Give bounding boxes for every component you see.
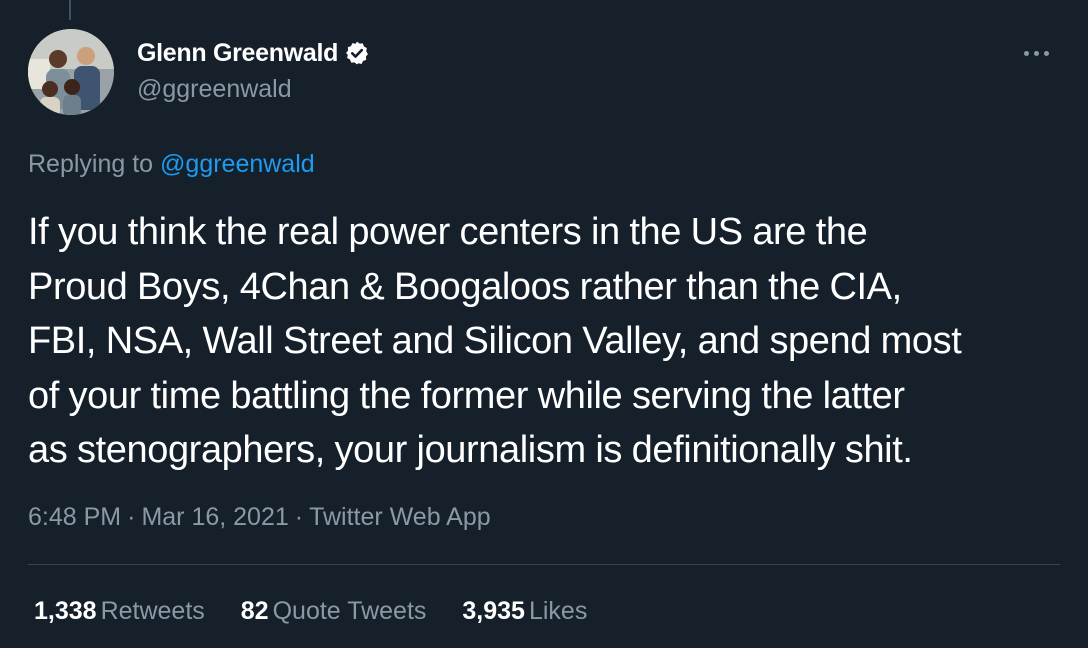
tweet-page: Glenn Greenwald @ggreenwald Replying to … (0, 0, 1088, 648)
tweet-metadata: 6:48 PM · Mar 16, 2021 · Twitter Web App (28, 502, 491, 532)
replying-to: Replying to @ggreenwald (28, 148, 315, 180)
thread-connector-line (69, 0, 71, 20)
more-horizontal-icon-dot (1023, 50, 1029, 56)
tweet-text-line: Proud Boys, 4Chan & Boogaloos rather tha… (28, 265, 902, 308)
tweet-text-line: FBI, NSA, Wall Street and Silicon Valley… (28, 320, 962, 362)
likes-count: 3,935 (462, 597, 525, 625)
meta-separator: · (127, 503, 136, 531)
more-horizontal-icon-dot (1043, 50, 1049, 56)
tweet-source-link[interactable]: Twitter Web App (309, 503, 491, 531)
retweets-label: Retweets (100, 597, 205, 625)
avatar-photo (28, 29, 114, 115)
more-options-button[interactable] (1014, 38, 1058, 68)
replying-to-handle-link[interactable]: @ggreenwald (160, 150, 315, 178)
stats-divider (28, 564, 1060, 565)
meta-separator: · (294, 503, 304, 531)
tweet-text-line: of your time battling the former while s… (28, 374, 905, 417)
retweets-stat[interactable]: 1,338 Retweets (34, 596, 205, 626)
quote-tweets-stat[interactable]: 82 Quote Tweets (241, 596, 427, 626)
more-horizontal-icon-dot (1033, 50, 1039, 56)
quote-tweets-label: Quote Tweets (272, 597, 427, 625)
likes-label: Likes (528, 597, 588, 625)
verified-badge-icon (346, 41, 369, 65)
author-name[interactable]: Glenn Greenwald (137, 38, 338, 68)
likes-stat[interactable]: 3,935 Likes (462, 596, 587, 626)
tweet-date-link[interactable]: Mar 16, 2021 (141, 503, 288, 531)
replying-to-prefix: Replying to (28, 150, 161, 178)
retweets-count: 1,338 (34, 597, 97, 625)
quote-tweets-count: 82 (240, 597, 269, 625)
engagement-stats: 1,338 Retweets 82 Quote Tweets 3,935 Likes (34, 596, 623, 626)
tweet-text-line: as stenographers, your journalism is def… (28, 429, 913, 471)
tweet-time-link[interactable]: 6:48 PM (28, 503, 121, 531)
author-handle[interactable]: @ggreenwald (137, 74, 292, 104)
avatar[interactable] (28, 29, 114, 115)
tweet-text: If you think the real power centers in t… (28, 205, 1063, 478)
author-row: Glenn Greenwald (137, 38, 370, 68)
tweet-text-line: If you think the real power centers in t… (28, 211, 868, 253)
